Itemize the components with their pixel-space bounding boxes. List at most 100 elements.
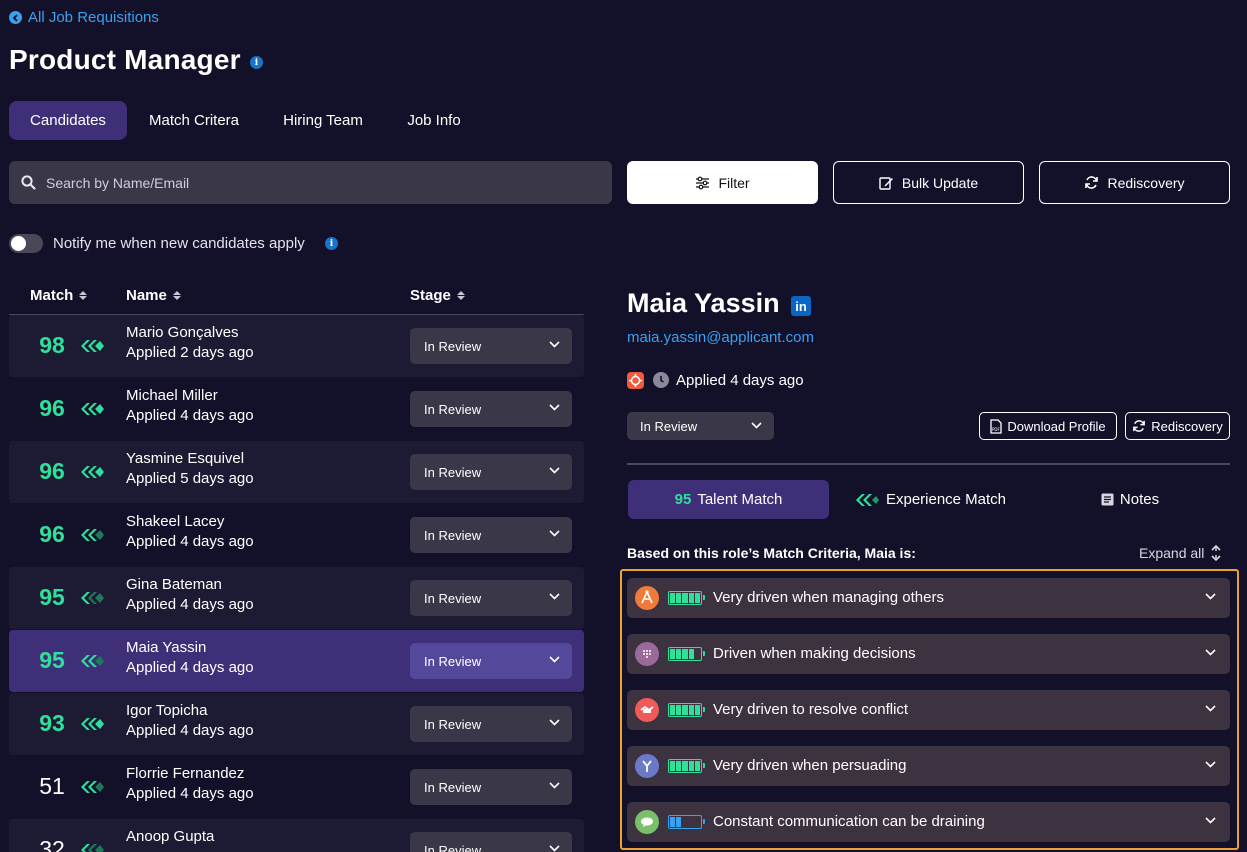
candidate-row-name: Florrie Fernandez xyxy=(126,765,245,782)
stage-select[interactable]: In Review xyxy=(410,391,572,427)
table-row[interactable]: 98 Mario Gonçalves Applied 2 days ago In Re… xyxy=(9,315,584,377)
arrows-merge-icon xyxy=(635,754,659,778)
stage-select[interactable]: In Review xyxy=(410,580,572,616)
battery-level-icon xyxy=(668,647,705,661)
edit-icon xyxy=(879,176,893,190)
match-score: 96 xyxy=(39,521,65,547)
tab-notes[interactable]: Notes xyxy=(1085,480,1175,519)
rediscovery-button[interactable]: Rediscovery xyxy=(1039,161,1230,204)
sort-icon xyxy=(172,291,181,300)
header-label: Match xyxy=(30,287,74,304)
column-header-stage[interactable]: Stage xyxy=(410,287,465,304)
candidate-row-applied: Applied 4 days ago xyxy=(126,533,254,550)
notes-icon xyxy=(1101,493,1114,506)
candidate-row-name: Mario Gonçalves xyxy=(126,324,239,341)
battery-level-icon xyxy=(668,591,705,605)
tab-label: Notes xyxy=(1119,491,1160,508)
stage-value: In Review xyxy=(424,464,482,480)
rediscovery-label: Rediscovery xyxy=(1107,174,1185,191)
tab-label: Match Critera xyxy=(148,112,240,129)
tab-hiring-team[interactable]: Hiring Team xyxy=(268,101,378,140)
chevron-down-icon xyxy=(549,656,560,663)
stage-value: In Review xyxy=(424,842,482,852)
candidate-row-name: Maia Yassin xyxy=(126,639,207,656)
candidate-row-name: Gina Bateman xyxy=(126,576,222,593)
stage-select[interactable]: In Review xyxy=(410,643,572,679)
criteria-item[interactable]: Very driven when persuading xyxy=(627,746,1230,786)
stage-select[interactable]: In Review xyxy=(410,454,572,490)
rediscovery-label: Rediscovery xyxy=(1151,418,1223,434)
bulk-update-button[interactable]: Bulk Update xyxy=(833,161,1024,204)
toggle-knob xyxy=(11,236,26,251)
table-row[interactable]: 95 Maia Yassin Applied 4 days ago In Review xyxy=(9,630,584,692)
filter-label: Filter xyxy=(718,174,750,191)
criteria-label: Very driven when managing others xyxy=(713,589,944,606)
chevron-down-icon xyxy=(1205,649,1216,656)
info-icon[interactable]: i xyxy=(325,237,338,250)
notify-toggle[interactable] xyxy=(9,234,43,253)
criteria-label: Very driven when persuading xyxy=(713,757,907,774)
chevron-down-icon xyxy=(1205,593,1216,600)
tab-candidates[interactable]: Candidates xyxy=(9,101,127,140)
table-row[interactable]: 51 Florrie Fernandez Applied 4 days ago In … xyxy=(9,756,584,818)
candidate-email[interactable]: maia.yassin@applicant.com xyxy=(627,329,814,346)
candidate-row-applied: Applied 4 days ago xyxy=(126,722,254,739)
criteria-item[interactable]: Very driven when managing others xyxy=(627,578,1230,618)
stage-select[interactable]: In Review xyxy=(410,706,572,742)
candidate-stage-select[interactable]: In Review xyxy=(627,412,774,440)
match-level-icon xyxy=(81,340,104,352)
battery-level-icon xyxy=(668,815,705,829)
grid-dots-icon xyxy=(635,642,659,666)
talent-score: 95 xyxy=(674,491,692,508)
tab-match-criteria[interactable]: Match Critera xyxy=(135,101,253,140)
table-row[interactable]: 93 Igor Topicha Applied 4 days ago In Revie… xyxy=(9,693,584,755)
tab-experience-match[interactable]: Experience Match xyxy=(845,480,1015,519)
tab-label: Candidates xyxy=(30,112,106,129)
match-level-icon xyxy=(81,718,104,730)
tab-talent-match[interactable]: 95 Talent Match xyxy=(628,480,829,519)
info-icon[interactable]: i xyxy=(250,56,263,69)
stage-select[interactable]: In Review xyxy=(410,328,572,364)
stage-value: In Review xyxy=(424,401,482,417)
search-input[interactable] xyxy=(46,174,566,191)
criteria-item[interactable]: Constant communication can be draining xyxy=(627,802,1230,842)
expand-all-button[interactable]: Expand all xyxy=(1139,545,1221,561)
candidate-row-name: Yasmine Esquivel xyxy=(126,450,245,467)
chevron-down-icon xyxy=(549,404,560,411)
match-score: 96 xyxy=(39,395,65,421)
download-profile-button[interactable]: PDF Download Profile xyxy=(979,412,1117,440)
back-link[interactable]: All Job Requisitions xyxy=(9,9,159,26)
candidate-row-applied: Applied 2 days ago xyxy=(126,344,254,361)
source-icon xyxy=(627,372,644,389)
stage-select[interactable]: In Review xyxy=(410,769,572,805)
stage-select[interactable]: In Review xyxy=(410,517,572,553)
chevron-down-icon xyxy=(549,341,560,348)
table-row[interactable]: 96 Michael Miller Applied 4 days ago In Rev… xyxy=(9,378,584,440)
tab-label: Job Info xyxy=(407,112,461,129)
chevron-down-icon xyxy=(549,845,560,852)
table-row[interactable]: 96 Shakeel Lacey Applied 4 days ago In Revi… xyxy=(9,504,584,566)
filter-button[interactable]: Filter xyxy=(627,161,818,204)
table-row[interactable]: 32 Anoop Gupta In Review xyxy=(9,819,584,852)
candidate-rediscovery-button[interactable]: Rediscovery xyxy=(1125,412,1230,440)
table-row[interactable]: 95 Gina Bateman Applied 4 days ago In Revie… xyxy=(9,567,584,629)
chevron-down-icon xyxy=(549,719,560,726)
criteria-item[interactable]: Driven when making decisions xyxy=(627,634,1230,674)
candidate-row-name: Igor Topicha xyxy=(126,702,208,719)
stage-value: In Review xyxy=(424,527,482,543)
stage-value: In Review xyxy=(424,590,482,606)
chevron-left-icon xyxy=(9,11,22,24)
table-row[interactable]: 96 Yasmine Esquivel Applied 5 days ago In R… xyxy=(9,441,584,503)
match-score: 93 xyxy=(39,710,65,736)
chevrons-icon xyxy=(855,493,879,506)
column-header-name[interactable]: Name xyxy=(126,287,181,304)
match-level-icon xyxy=(81,592,104,604)
match-level-icon xyxy=(81,655,104,667)
candidate-row-applied: Applied 4 days ago xyxy=(126,659,254,676)
criteria-item[interactable]: Very driven to resolve conflict xyxy=(627,690,1230,730)
stage-select[interactable]: In Review xyxy=(410,832,572,852)
expand-icon xyxy=(1211,545,1221,561)
tab-job-info[interactable]: Job Info xyxy=(393,101,475,140)
column-header-match[interactable]: Match xyxy=(30,287,88,304)
linkedin-icon[interactable]: in xyxy=(791,296,811,316)
